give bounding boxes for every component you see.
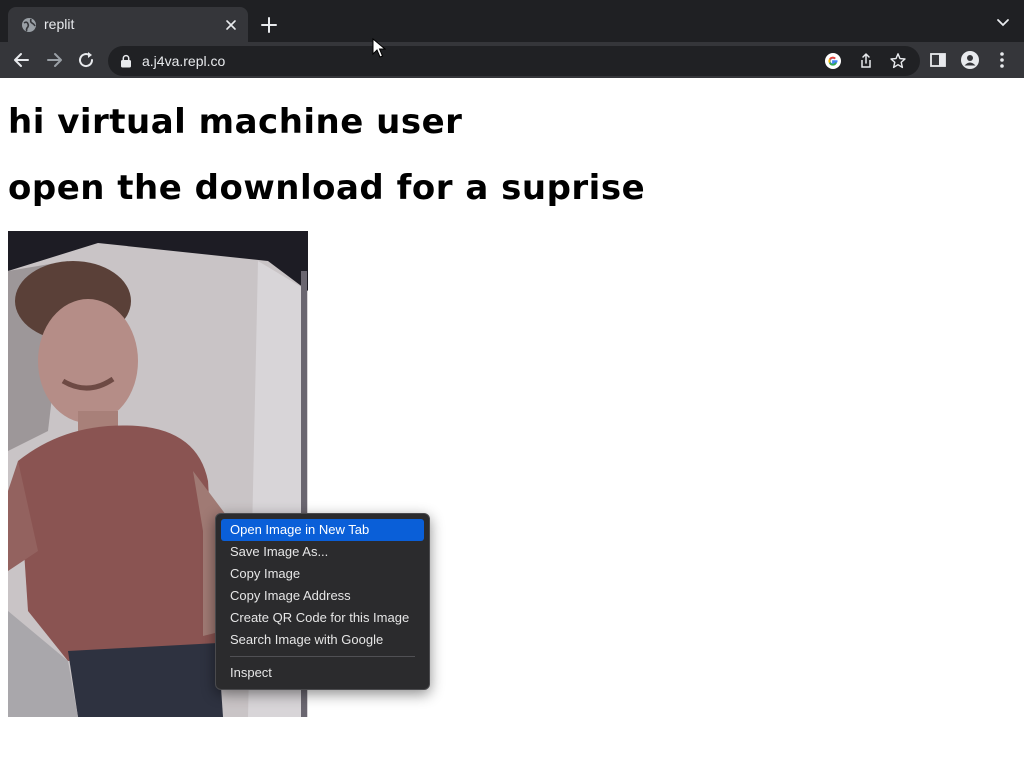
side-panel-icon[interactable] — [928, 50, 948, 70]
menu-item-open-image-new-tab[interactable]: Open Image in New Tab — [221, 519, 424, 541]
tab-strip: replit — [0, 0, 1024, 42]
tab-title: replit — [44, 16, 75, 32]
page-heading-1: hi virtual machine user — [8, 102, 463, 142]
menu-icon[interactable] — [992, 50, 1012, 70]
close-tab-icon[interactable] — [224, 18, 238, 32]
browser-tab[interactable]: replit — [8, 7, 248, 42]
new-tab-icon[interactable] — [260, 16, 278, 34]
menu-item-save-image-as[interactable]: Save Image As... — [221, 541, 424, 563]
mouse-cursor-icon — [372, 38, 386, 58]
menu-item-copy-image-address[interactable]: Copy Image Address — [221, 585, 424, 607]
menu-separator — [230, 656, 415, 657]
browser-toolbar: a.j4va.repl.co — [0, 42, 1024, 78]
lock-icon[interactable] — [120, 54, 132, 68]
page-heading-2: open the download for a suprise — [8, 168, 646, 208]
reload-icon[interactable] — [76, 50, 96, 70]
share-icon[interactable] — [857, 52, 875, 70]
profile-icon[interactable] — [960, 50, 980, 70]
forward-icon[interactable] — [44, 50, 64, 70]
globe-icon — [22, 18, 36, 32]
menu-item-create-qr-code[interactable]: Create QR Code for this Image — [221, 607, 424, 629]
menu-item-search-image-google[interactable]: Search Image with Google — [221, 629, 424, 651]
image-context-menu: Open Image in New Tab Save Image As... C… — [215, 513, 430, 690]
tab-search-chevron-icon[interactable] — [996, 17, 1010, 29]
bookmark-star-icon[interactable] — [889, 52, 907, 70]
address-bar[interactable]: a.j4va.repl.co — [108, 46, 920, 76]
back-icon[interactable] — [12, 50, 32, 70]
menu-item-copy-image[interactable]: Copy Image — [221, 563, 424, 585]
page-content: hi virtual machine user open the downloa… — [0, 78, 1024, 768]
menu-item-inspect[interactable]: Inspect — [221, 662, 424, 684]
google-icon[interactable] — [824, 52, 842, 70]
url-text: a.j4va.repl.co — [142, 53, 226, 69]
